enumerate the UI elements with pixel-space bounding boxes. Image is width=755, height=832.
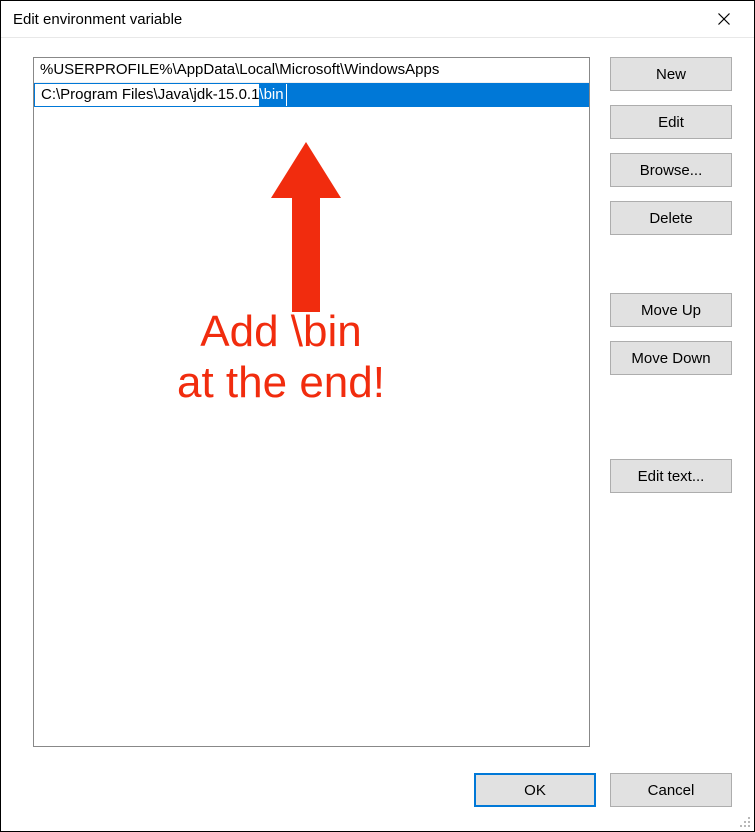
cancel-button[interactable]: Cancel [610, 773, 732, 807]
edit-prefix: C:\Program Files\Java\jdk-15.0.1 [41, 83, 259, 107]
paths-listbox[interactable]: %USERPROFILE%\AppData\Local\Microsoft\Wi… [33, 57, 590, 747]
list-item-editing[interactable]: C:\Program Files\Java\jdk-15.0.1\bin [34, 83, 589, 107]
edit-button[interactable]: Edit [610, 105, 732, 139]
content-row: %USERPROFILE%\AppData\Local\Microsoft\Wi… [33, 57, 732, 747]
side-buttons: New Edit Browse... Delete Move Up Move D… [610, 57, 732, 747]
resize-grip-icon[interactable] [738, 815, 752, 829]
dialog-body: %USERPROFILE%\AppData\Local\Microsoft\Wi… [1, 37, 754, 831]
close-icon [718, 13, 730, 25]
move-up-button[interactable]: Move Up [610, 293, 732, 327]
close-button[interactable] [702, 4, 746, 34]
titlebar: Edit environment variable [1, 1, 754, 38]
delete-button[interactable]: Delete [610, 201, 732, 235]
ok-button[interactable]: OK [474, 773, 596, 807]
new-button[interactable]: New [610, 57, 732, 91]
move-down-button[interactable]: Move Down [610, 341, 732, 375]
window-title: Edit environment variable [13, 11, 182, 28]
list-item[interactable]: %USERPROFILE%\AppData\Local\Microsoft\Wi… [34, 58, 589, 83]
dialog-footer: OK Cancel [474, 773, 732, 807]
env-var-dialog: Edit environment variable %USERPROFILE%\… [0, 0, 755, 832]
browse-button[interactable]: Browse... [610, 153, 732, 187]
edit-selection: \bin [259, 83, 285, 107]
edit-text-button[interactable]: Edit text... [610, 459, 732, 493]
